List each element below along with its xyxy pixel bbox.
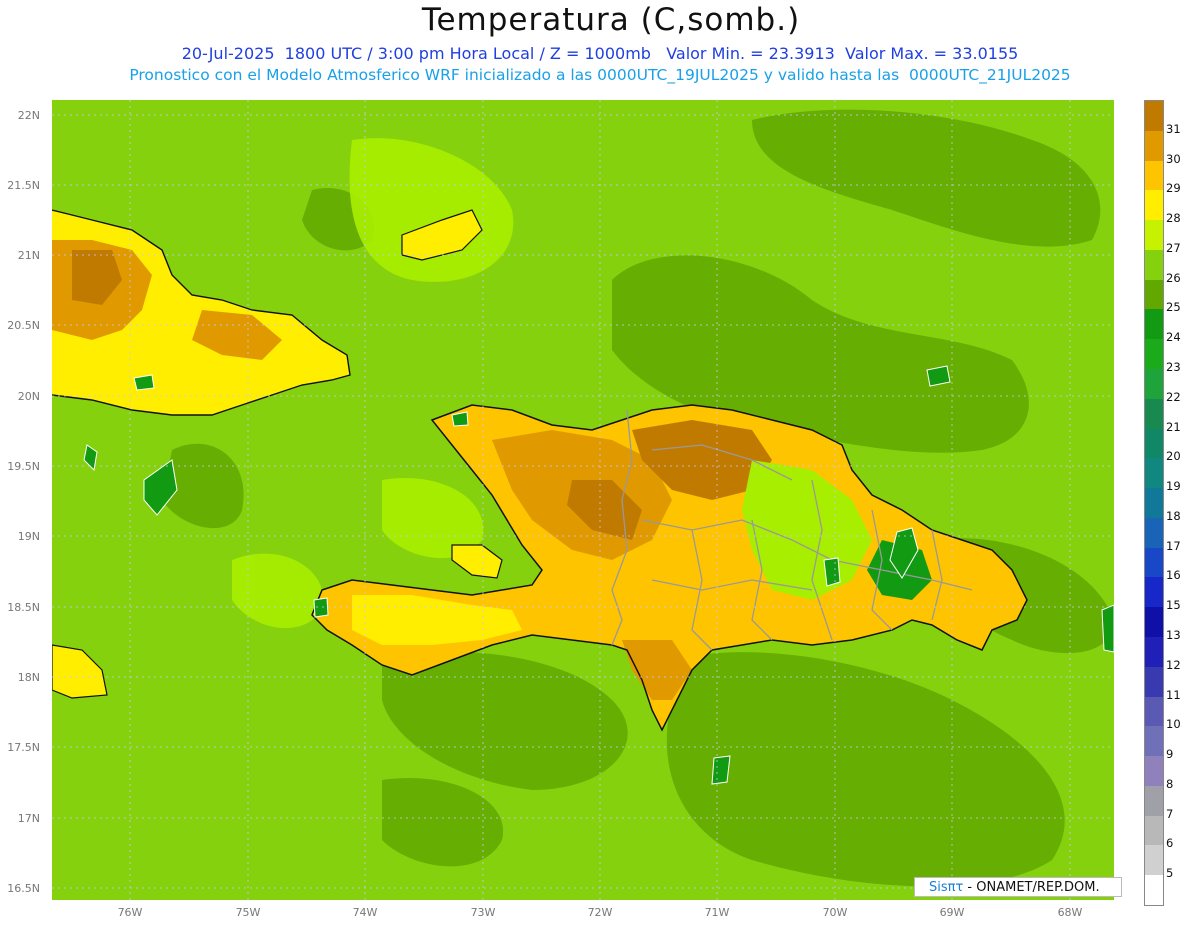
colorbar-label: 18 xyxy=(1166,508,1181,523)
lat-label: 18N xyxy=(17,671,40,684)
colorbar-cell xyxy=(1145,756,1163,787)
lat-label: 19.5N xyxy=(7,460,40,473)
map-canvas xyxy=(52,100,1114,900)
colorbar-label: 6 xyxy=(1166,836,1174,851)
lat-label: 20N xyxy=(17,390,40,403)
colorbar-label: 29 xyxy=(1166,181,1181,196)
lon-label: 75W xyxy=(235,906,261,919)
map-title: Temperatura (C,somb.) xyxy=(421,2,801,38)
colorbar-cell xyxy=(1145,547,1163,578)
lon-label: 74W xyxy=(352,906,378,919)
lat-label: 17N xyxy=(17,812,40,825)
credit-text: - ONAMET/REP.DOM. xyxy=(963,880,1100,895)
colorbar-label: 25 xyxy=(1166,300,1181,315)
subtitle-model-run: Pronostico con el Modelo Atmosferico WRF… xyxy=(129,66,1071,84)
lon-label: 73W xyxy=(470,906,496,919)
colorbar-cell xyxy=(1145,726,1163,757)
lat-label: 17.5N xyxy=(7,741,40,754)
colorbar-label: 21 xyxy=(1166,419,1181,434)
colorbar-cell xyxy=(1145,160,1163,191)
colorbar-label: 24 xyxy=(1166,330,1181,345)
colorbar-cell xyxy=(1145,517,1163,549)
colorbar-cell xyxy=(1145,398,1163,430)
lon-label: 69W xyxy=(939,906,965,919)
lat-label: 16.5N xyxy=(7,882,40,895)
colorbar-cell xyxy=(1145,577,1163,608)
temperature-colorbar xyxy=(1144,100,1164,906)
lat-label: 21.5N xyxy=(7,179,40,192)
colorbar-cell xyxy=(1145,696,1163,727)
lat-label: 21N xyxy=(17,249,40,262)
colorbar-label: 19 xyxy=(1166,479,1181,494)
lat-label: 18.5N xyxy=(7,601,40,614)
lon-label: 68W xyxy=(1057,906,1083,919)
lat-label: 20.5N xyxy=(7,319,40,332)
colorbar-cell xyxy=(1145,101,1163,132)
colorbar-cell xyxy=(1145,785,1163,817)
colorbar-cell xyxy=(1145,875,1163,906)
colorbar-cell xyxy=(1145,488,1163,519)
colorbar-cell xyxy=(1145,845,1163,876)
lon-label: 72W xyxy=(587,906,613,919)
colorbar-label: 9 xyxy=(1166,747,1174,762)
colorbar-cell xyxy=(1145,428,1163,459)
colorbar-label: 17 xyxy=(1166,538,1181,553)
colorbar-label: 8 xyxy=(1166,776,1174,791)
colorbar-cell xyxy=(1145,369,1163,400)
colorbar-cell xyxy=(1145,607,1163,638)
subtitle-valid-time: 20-Jul-2025 1800 UTC / 3:00 pm Hora Loca… xyxy=(181,44,1019,63)
colorbar-cell xyxy=(1145,637,1163,668)
lon-label: 71W xyxy=(704,906,730,919)
lon-label: 76W xyxy=(117,906,143,919)
lon-label: 70W xyxy=(822,906,848,919)
colorbar-cell xyxy=(1145,815,1163,846)
colorbar-cell xyxy=(1145,190,1163,221)
colorbar-label: 5 xyxy=(1166,866,1174,881)
colorbar-cell xyxy=(1145,309,1163,340)
colorbar-label: 16 xyxy=(1166,568,1181,583)
colorbar-label: 20 xyxy=(1166,449,1181,464)
colorbar-label: 11 xyxy=(1166,687,1181,702)
colorbar-cell xyxy=(1145,130,1163,162)
colorbar-label: 31 xyxy=(1166,121,1181,136)
colorbar-label: 26 xyxy=(1166,270,1181,285)
temperature-map xyxy=(52,100,1114,900)
colorbar-label: 7 xyxy=(1166,806,1174,821)
sispt-logo-text: Sisπτ xyxy=(929,880,964,895)
colorbar-label: 30 xyxy=(1166,151,1181,166)
credit-box: Sisπτ - ONAMET/REP.DOM. xyxy=(914,877,1122,897)
colorbar-label: 12 xyxy=(1166,657,1181,672)
colorbar-label: 23 xyxy=(1166,360,1181,374)
colorbar-cell xyxy=(1145,458,1163,489)
lat-label: 19N xyxy=(17,530,40,543)
lat-label: 22N xyxy=(17,109,40,122)
colorbar-label: 22 xyxy=(1166,389,1181,404)
colorbar-cell xyxy=(1145,220,1163,251)
colorbar-label: 15 xyxy=(1166,598,1181,613)
colorbar-label: 10 xyxy=(1166,717,1181,732)
colorbar-label: 13 xyxy=(1166,628,1181,642)
colorbar-label: 28 xyxy=(1166,211,1181,226)
colorbar-cell xyxy=(1145,339,1163,370)
colorbar-cell xyxy=(1145,666,1163,698)
colorbar-cell xyxy=(1145,279,1163,310)
colorbar-label: 27 xyxy=(1166,240,1181,255)
colorbar-cell xyxy=(1145,249,1163,281)
